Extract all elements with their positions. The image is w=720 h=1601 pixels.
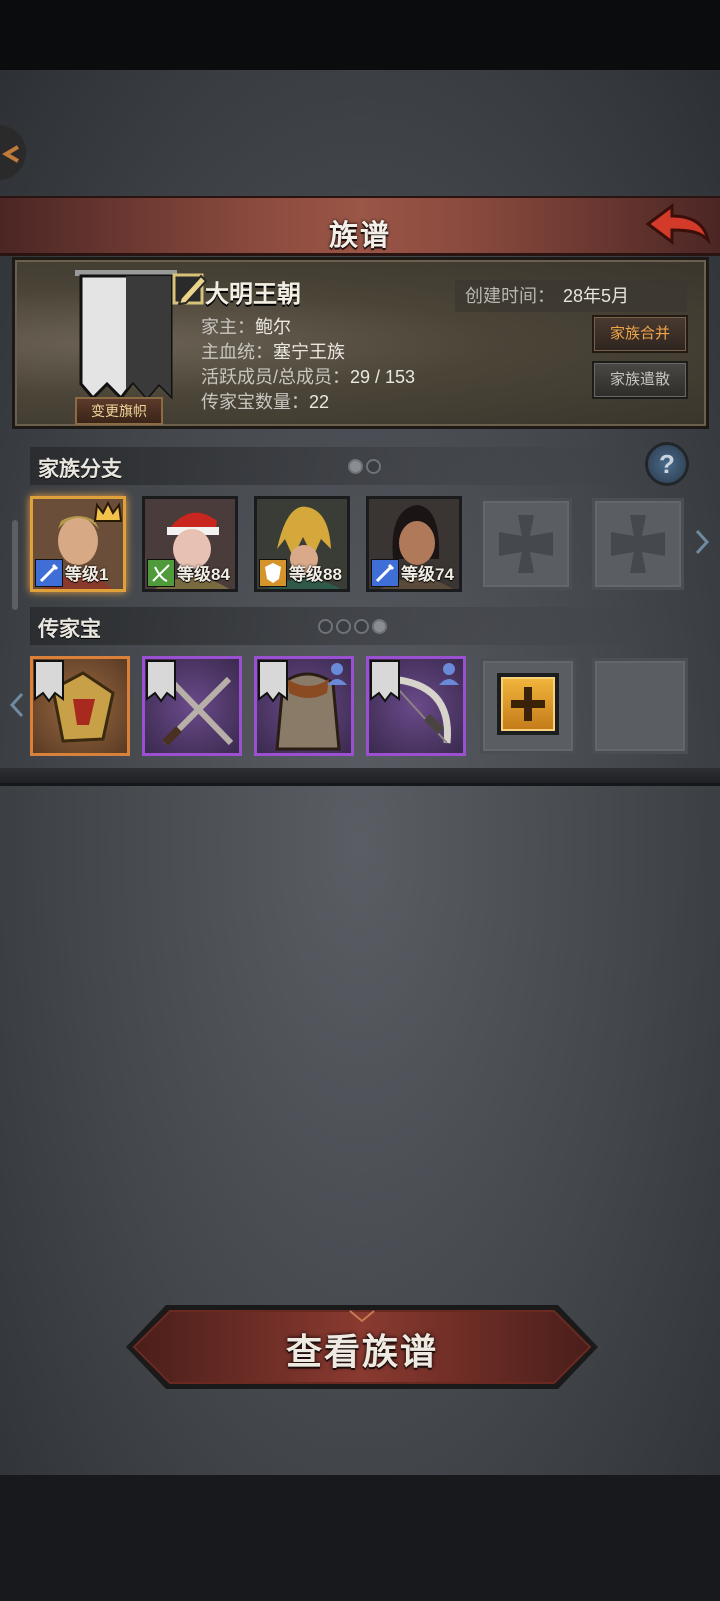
branch-member-slot[interactable]: 等级88 <box>254 496 350 592</box>
fur-armor-icon <box>258 660 347 751</box>
scroll-indicator <box>12 520 18 610</box>
family-info-card: 变更旗帜 大明王朝 创建时间： 28年5月 家主：鲍尔 主血统：塞宁王族 活跃成员… <box>12 257 709 429</box>
family-bloodline: 主血统：塞宁王族 <box>201 338 345 364</box>
crown-icon <box>93 501 123 522</box>
head-label: 家主： <box>201 317 255 337</box>
cross-emblem-icon <box>611 515 665 573</box>
add-heirloom-button[interactable] <box>497 673 559 735</box>
member-level: 等级84 <box>177 565 230 584</box>
bloodline-value: 塞宁王族 <box>273 342 345 362</box>
bow-icon <box>370 660 459 744</box>
page-dot[interactable] <box>348 459 363 474</box>
section-divider <box>0 768 720 786</box>
branch-member-slot[interactable]: 等级74 <box>366 496 462 592</box>
page-dot[interactable] <box>354 619 369 634</box>
family-merge-button[interactable]: 家族合并 <box>592 315 688 353</box>
ornate-armor-icon <box>34 660 115 743</box>
page-title: 族谱 <box>328 220 391 252</box>
page-dot[interactable] <box>336 619 351 634</box>
branch-member-slot[interactable]: 等级1 <box>30 496 126 592</box>
bloodline-label: 主血统： <box>201 342 273 362</box>
branches-title: 家族分支 <box>38 458 122 481</box>
family-head: 家主：鲍尔 <box>201 313 291 339</box>
change-banner-button[interactable]: 变更旗帜 <box>75 397 163 425</box>
heirlooms-title: 传家宝 <box>38 618 101 641</box>
members-value: 29 / 153 <box>350 367 416 387</box>
branch-member-slot[interactable]: 等级84 <box>142 496 238 592</box>
navigation-bar <box>0 1475 720 1601</box>
members-label: 活跃成员/总成员： <box>201 367 351 387</box>
head-value: 鲍尔 <box>255 317 291 337</box>
heirloom-slot[interactable] <box>30 656 130 756</box>
member-level: 等级88 <box>289 565 342 584</box>
heirloom-slot[interactable] <box>142 656 242 756</box>
cross-emblem-icon <box>499 515 553 573</box>
created-label: 创建时间： <box>465 286 555 306</box>
family-members: 活跃成员/总成员：29 / 153 <box>201 363 415 389</box>
created-value: 28年5月 <box>563 286 630 306</box>
created-time: 创建时间： 28年5月 <box>455 280 687 312</box>
chevron-left-icon[interactable] <box>0 143 22 165</box>
status-bar <box>0 0 720 70</box>
heirlooms-page-dots <box>318 619 390 635</box>
heirloom-count: 传家宝数量：22 <box>201 388 329 414</box>
page-dot[interactable] <box>318 619 333 634</box>
chevron-right-icon[interactable] <box>693 527 711 557</box>
page-dot[interactable] <box>372 619 387 634</box>
empty-heirloom-slot[interactable] <box>592 658 688 754</box>
crossed-swords-icon <box>146 660 234 746</box>
title-bar: 族谱 <box>0 196 720 256</box>
heirloom-slot[interactable] <box>366 656 466 756</box>
back-arrow-icon[interactable] <box>642 200 712 252</box>
family-name: 大明王朝 <box>205 281 301 308</box>
edit-name-icon[interactable] <box>171 270 209 308</box>
heirloom-slot[interactable] <box>254 656 354 756</box>
branches-page-dots <box>348 459 384 475</box>
help-icon[interactable]: ? <box>645 442 689 486</box>
page-dot[interactable] <box>366 459 381 474</box>
family-disband-button[interactable]: 家族遣散 <box>592 361 688 399</box>
heirloom-count-label: 传家宝数量： <box>201 392 309 412</box>
branches-header: 家族分支 <box>30 447 670 485</box>
plus-icon <box>511 687 545 721</box>
member-level: 等级74 <box>401 565 454 584</box>
heirlooms-header: 传家宝 <box>30 607 670 645</box>
heirloom-count-value: 22 <box>309 392 330 412</box>
member-level: 等级1 <box>65 565 109 584</box>
view-family-tree-label: 查看族谱 <box>285 1331 438 1372</box>
empty-branch-slot[interactable] <box>480 498 572 590</box>
chevron-left-icon[interactable] <box>8 690 26 720</box>
empty-branch-slot[interactable] <box>592 498 684 590</box>
